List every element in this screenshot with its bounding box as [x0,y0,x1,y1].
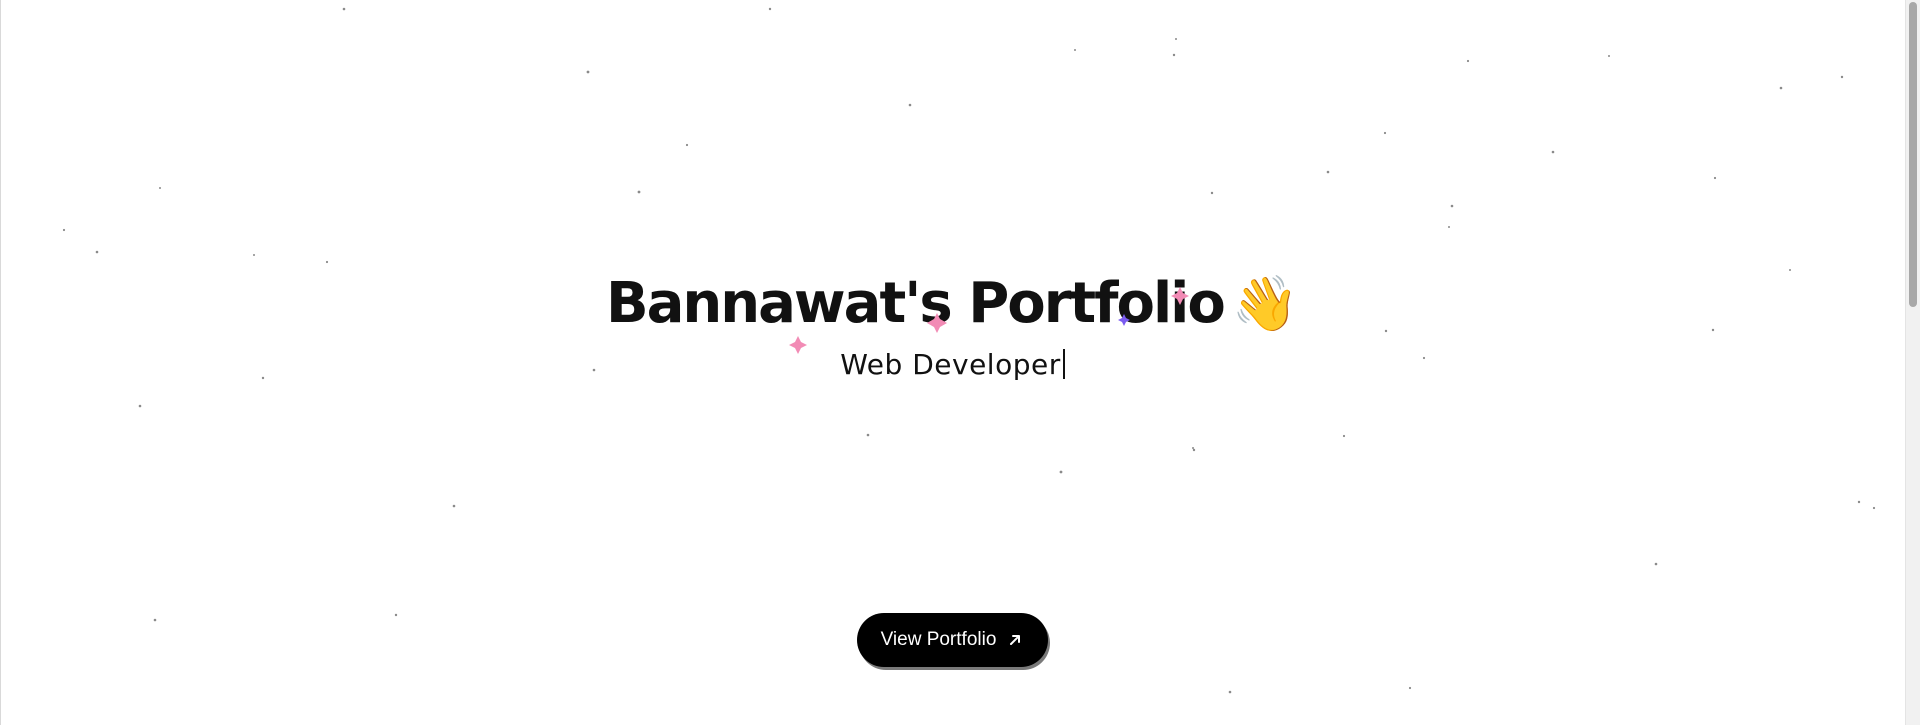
waving-hand-icon: 👋 [1231,272,1300,335]
cta-wrapper: View Portfolio [0,613,1905,667]
page-title: Bannawat's Portfolio [605,271,1226,336]
role-subtitle: Web Developer [840,348,1061,381]
subtitle-row: Web Developer [0,348,1905,381]
typing-caret [1062,349,1065,379]
scrollbar-thumb[interactable] [1909,2,1917,307]
arrow-up-right-icon [1010,635,1021,645]
hero-section: Bannawat's Portfolio 👋 Web Developer [0,268,1905,381]
title-row: Bannawat's Portfolio 👋 [606,268,1299,340]
vertical-scrollbar[interactable] [1905,0,1920,725]
view-portfolio-label: View Portfolio [880,629,997,650]
portfolio-hero-page: Bannawat's Portfolio 👋 Web Developer Vie… [0,0,1920,725]
view-portfolio-button[interactable]: View Portfolio [856,613,1049,667]
